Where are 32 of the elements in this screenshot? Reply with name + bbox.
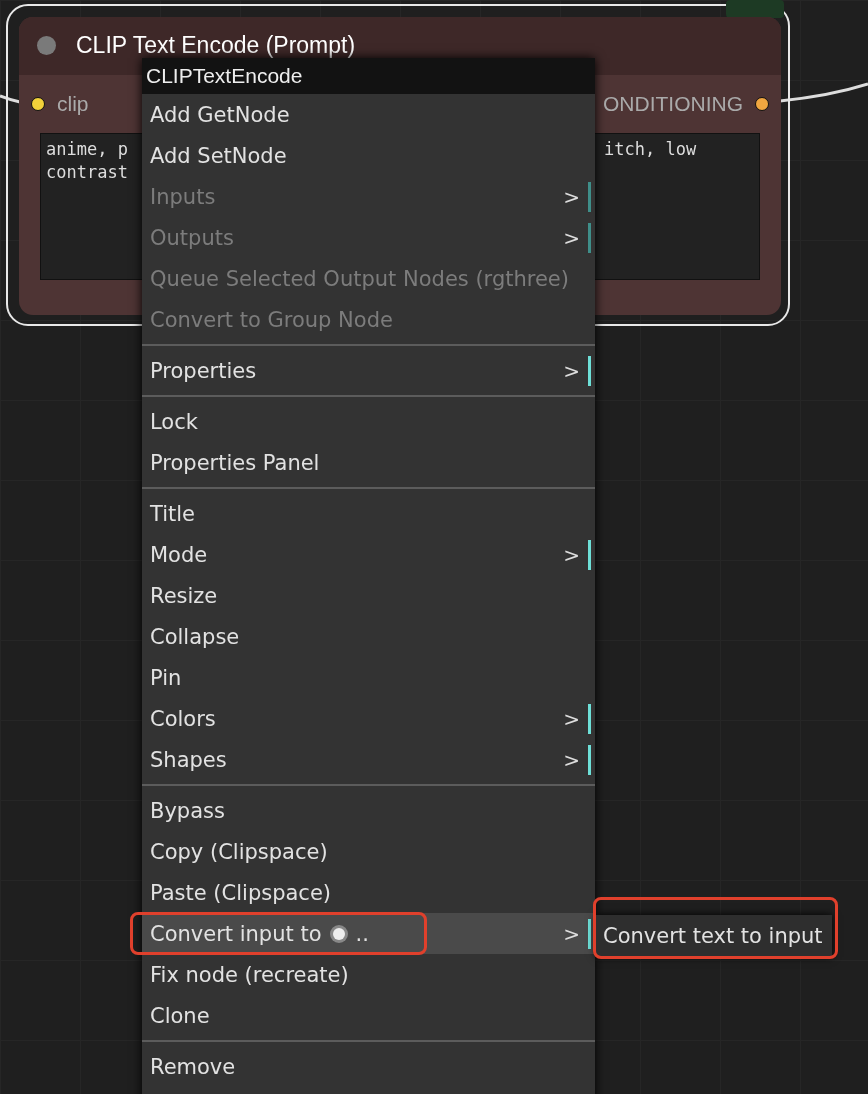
- menu-item[interactable]: Paste (Clipspace): [142, 872, 595, 913]
- menu-item[interactable]: Title: [142, 493, 595, 534]
- node-badge: [726, 0, 784, 18]
- menu-item[interactable]: Convert input to .. >: [142, 913, 595, 954]
- menu-item[interactable]: Mode >: [142, 534, 595, 575]
- radio-icon: [328, 923, 349, 944]
- menu-item[interactable]: Properties >: [142, 350, 595, 391]
- output-label: ONDITIONING: [603, 92, 743, 116]
- menu-item[interactable]: Collapse: [142, 616, 595, 657]
- menu-item[interactable]: Lock: [142, 401, 595, 442]
- menu-item[interactable]: Clone: [142, 995, 595, 1036]
- menu-item[interactable]: Colors >: [142, 698, 595, 739]
- menu-item[interactable]: Convert text to input: [596, 915, 823, 957]
- menu-title: CLIPTextEncode: [142, 58, 595, 94]
- menu-item[interactable]: Remove: [142, 1046, 595, 1087]
- node-title: CLIP Text Encode (Prompt): [76, 33, 356, 57]
- menu-item[interactable]: Shapes >: [142, 739, 595, 780]
- menu-item[interactable]: Pin: [142, 657, 595, 698]
- output-slot-dot[interactable]: [755, 97, 769, 111]
- menu-item[interactable]: Properties Panel: [142, 442, 595, 483]
- menu-item[interactable]: Bypass: [142, 790, 595, 831]
- prompt-text: contrast: [46, 161, 128, 184]
- prompt-text: anime, p: [46, 138, 128, 161]
- menu-item[interactable]: Fix node (recreate): [142, 954, 595, 995]
- collapse-dot-icon[interactable]: [37, 36, 56, 55]
- menu-item[interactable]: Resize: [142, 575, 595, 616]
- prompt-text: itch, low: [604, 138, 697, 161]
- input-label: clip: [57, 92, 89, 116]
- menu-item[interactable]: Add GetNode: [142, 94, 595, 135]
- menu-item[interactable]: Copy (Clipspace): [142, 831, 595, 872]
- input-slot-dot[interactable]: [31, 97, 45, 111]
- menu-item[interactable]: Add SetNode: [142, 135, 595, 176]
